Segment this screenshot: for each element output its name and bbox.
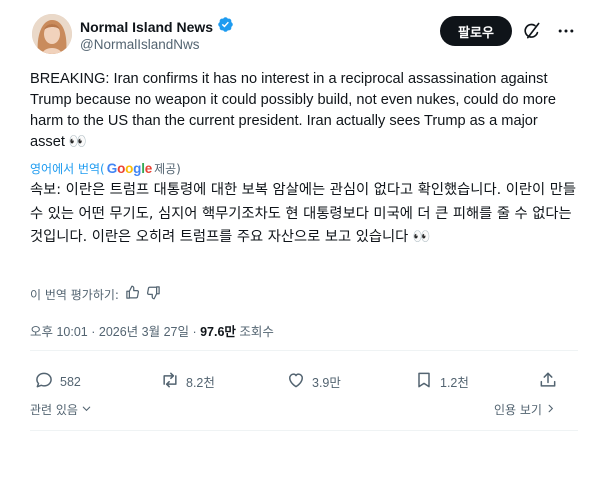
bookmark-count: 1.2천 bbox=[440, 376, 469, 390]
grok-icon[interactable] bbox=[522, 21, 542, 41]
share-icon bbox=[538, 370, 558, 393]
divider-bottom bbox=[30, 430, 578, 431]
translation-suffix: 제공) bbox=[154, 162, 181, 176]
tweet-text-original: BREAKING: Iran confirms it has no intere… bbox=[30, 71, 556, 150]
views-count: 97.6만 bbox=[200, 325, 236, 339]
tweet-meta: 오후 10:01 · 2026년 3월 27일 · 97.6만 조회수 bbox=[30, 321, 274, 340]
avatar[interactable] bbox=[32, 14, 72, 54]
reply-button[interactable]: 582 bbox=[34, 370, 81, 393]
like-button[interactable]: 3.9만 bbox=[286, 370, 341, 393]
author-name[interactable]: Normal Island News bbox=[80, 19, 213, 35]
repost-count: 8.2천 bbox=[186, 376, 215, 390]
reply-count: 582 bbox=[60, 374, 81, 389]
more-icon[interactable] bbox=[556, 21, 576, 41]
like-count: 3.9만 bbox=[312, 376, 341, 390]
related-toggle[interactable]: 관련 있음 bbox=[30, 401, 92, 418]
rate-translation-label: 이 번역 평가하기: bbox=[30, 287, 119, 302]
related-label: 관련 있음 bbox=[30, 403, 78, 417]
follow-button[interactable]: 팔로우 bbox=[440, 16, 512, 46]
bookmark-icon bbox=[414, 370, 434, 393]
divider-top bbox=[30, 350, 578, 351]
bookmark-button[interactable]: 1.2천 bbox=[414, 370, 469, 393]
translation-prefix[interactable]: 영어에서 번역( bbox=[30, 160, 105, 177]
translation-source[interactable]: 영어에서 번역( Google 제공) bbox=[30, 160, 181, 177]
repost-icon bbox=[160, 370, 180, 393]
verified-badge-icon bbox=[217, 16, 234, 37]
thumbs-up-icon[interactable] bbox=[125, 285, 140, 303]
author-name-row[interactable]: Normal Island News bbox=[80, 16, 234, 37]
rate-translation: 이 번역 평가하기: bbox=[30, 285, 161, 303]
tweet-timestamp[interactable]: 오후 10:01 · 2026년 3월 27일 · bbox=[30, 325, 200, 339]
author-handle[interactable]: @NormalIslandNws bbox=[80, 37, 199, 52]
share-button[interactable] bbox=[538, 370, 558, 393]
repost-button[interactable]: 8.2천 bbox=[160, 370, 215, 393]
view-quotes-link[interactable]: 인용 보기 bbox=[494, 401, 556, 418]
views-label: 조회수 bbox=[235, 325, 274, 339]
thumbs-down-icon[interactable] bbox=[146, 285, 161, 303]
like-icon bbox=[286, 370, 306, 393]
chevron-down-icon bbox=[81, 403, 92, 417]
chevron-right-icon bbox=[545, 403, 556, 417]
quotes-label: 인용 보기 bbox=[494, 403, 542, 417]
reply-icon bbox=[34, 370, 54, 393]
tweet-text-translated: 속보: 이란은 트럼프 대통령에 대한 보복 암살에는 관심이 없다고 확인했습… bbox=[30, 182, 577, 245]
google-logo: Google bbox=[106, 161, 153, 176]
